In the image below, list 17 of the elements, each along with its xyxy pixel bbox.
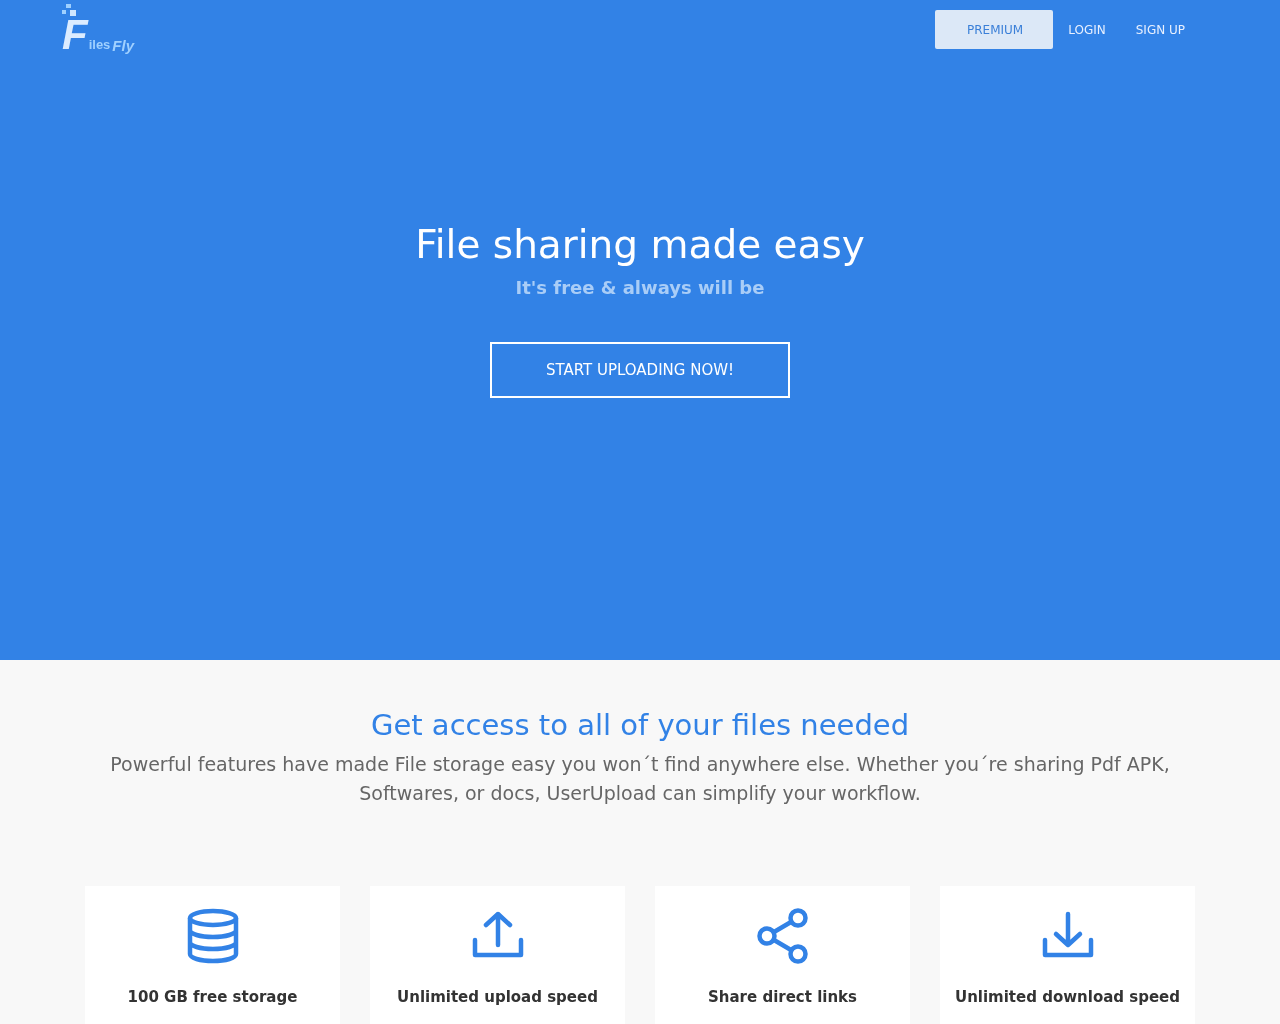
feature-label: Unlimited upload speed bbox=[397, 988, 598, 1006]
section-heading: Get access to all of your files needed bbox=[370, 708, 910, 742]
nav-link[interactable]: SIGN UP bbox=[1120, 10, 1200, 49]
nav-link[interactable]: LOGIN bbox=[1053, 10, 1121, 49]
upload-button[interactable]: START UPLOADING NOW! bbox=[490, 342, 790, 398]
feature-label: Unlimited download speed bbox=[954, 988, 1181, 1006]
hero-title: File sharing made easy bbox=[415, 222, 865, 267]
feature-label: Share direct links bbox=[708, 988, 857, 1006]
share-icon bbox=[756, 908, 809, 964]
database-icon bbox=[185, 908, 240, 964]
logo-initial: F bbox=[62, 14, 88, 56]
logo-accent-text: Fly bbox=[112, 37, 135, 54]
feature-label: 100 GB free storage bbox=[127, 988, 298, 1006]
section-description: Powerful features have made File storage easy you won´t find anywhere else. Whether you´re sharing Pdf APK, Softwares, or docs, UserUpload can simplify your workflow. bbox=[109, 752, 1171, 806]
premium-button[interactable]: PREMIUM bbox=[935, 10, 1054, 49]
logo-text: iles bbox=[88, 37, 111, 52]
hero-subtitle: It's free & always will be bbox=[515, 277, 765, 298]
